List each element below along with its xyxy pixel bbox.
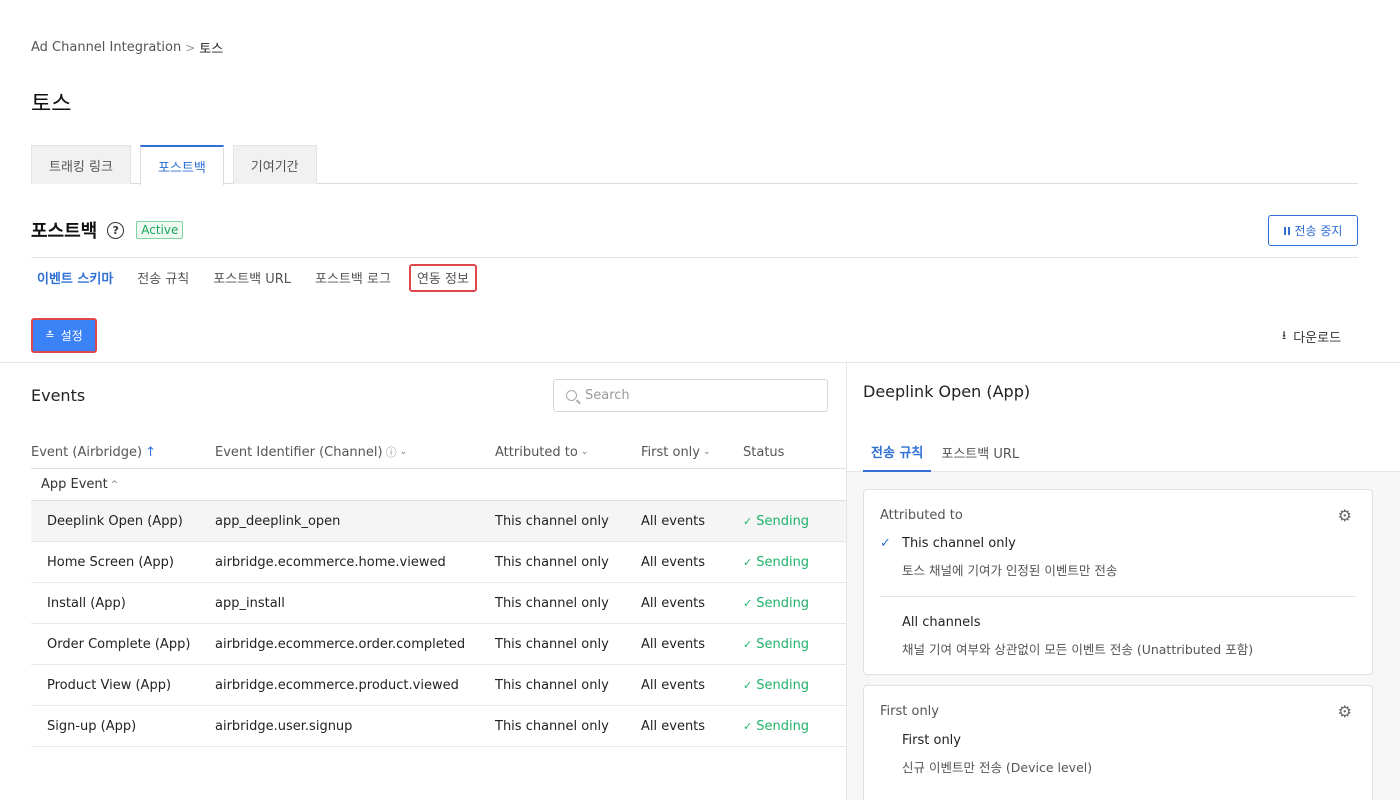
detail-title: Deeplink Open (App): [863, 382, 1031, 401]
status-sending: ✓ Sending: [743, 636, 810, 652]
stop-sending-label: 전송 중지: [1294, 224, 1343, 238]
download-label: 다운로드: [1293, 331, 1342, 346]
table-header: Event (Airbridge) ↑ Event Identifier (Ch…: [31, 436, 846, 469]
card-label: Attributed to: [880, 508, 963, 523]
subtab-integration-info[interactable]: 연동 정보: [408, 263, 477, 292]
first-only-card: First only ⚙ First only 신규 이벤트만 전송 (Devi…: [863, 685, 1373, 800]
status-sending: ✓ Sending: [743, 718, 810, 734]
option-first-only[interactable]: First only 신규 이벤트만 전송 (Device level): [880, 733, 1092, 776]
table-row[interactable]: Home Screen (App) airbridge.ecommerce.ho…: [31, 542, 846, 583]
download-icon: ⭳: [1282, 328, 1287, 342]
subtab-postback-url[interactable]: 포스트백 URL: [207, 264, 297, 292]
search-box[interactable]: [553, 379, 828, 412]
help-icon[interactable]: ?: [107, 221, 125, 239]
card-label: First only: [880, 704, 939, 719]
subtab-sending-rules[interactable]: 전송 규칙: [131, 264, 195, 292]
check-icon: ✓: [743, 637, 753, 651]
option-all-channels[interactable]: All channels 채널 기여 여부와 상관없이 모든 이벤트 전송 (U…: [880, 615, 1253, 658]
card-divider: [880, 596, 1356, 597]
group-row-app-event[interactable]: App Event ^: [31, 469, 846, 501]
detail-tab-sending-rules[interactable]: 전송 규칙: [863, 432, 932, 472]
status-sending: ✓ Sending: [743, 677, 810, 693]
sliders-icon: ≛: [45, 329, 55, 342]
stop-sending-button[interactable]: 전송 중지: [1268, 215, 1358, 246]
table-row[interactable]: Deeplink Open (App) app_deeplink_open Th…: [31, 501, 846, 542]
download-button[interactable]: ⭳ 다운로드: [1282, 326, 1341, 347]
option-this-channel-only[interactable]: ✓ This channel only 토스 채널에 기여가 인정된 이벤트만 전…: [880, 536, 1117, 579]
chevron-up-icon: ^: [110, 479, 119, 490]
chevron-down-icon: ⌄: [703, 447, 711, 457]
status-sending: ✓ Sending: [743, 554, 810, 570]
sub-tab-bar: 이벤트 스키마 전송 규칙 포스트백 URL 포스트백 로그 연동 정보: [31, 257, 1358, 297]
col-header-event[interactable]: Event (Airbridge) ↑: [31, 445, 215, 460]
table-row[interactable]: Product View (App) airbridge.ecommerce.p…: [31, 665, 846, 706]
col-header-attributed[interactable]: Attributed to ⌄: [495, 445, 641, 460]
subtab-event-schema[interactable]: 이벤트 스키마: [31, 264, 119, 292]
page-title: 토스: [31, 92, 72, 117]
chevron-down-icon: ⌄: [580, 447, 589, 457]
content-divider: [0, 362, 1400, 363]
check-icon: ✓: [880, 536, 891, 551]
status-badge: Active: [136, 221, 184, 239]
check-icon: ✓: [743, 555, 753, 569]
status-sending: ✓ Sending: [743, 513, 810, 529]
detail-tab-postback-url[interactable]: 포스트백 URL: [933, 432, 1027, 472]
gear-icon[interactable]: ⚙: [1338, 702, 1352, 721]
breadcrumb-separator: >: [185, 40, 196, 55]
pause-icon: [1283, 226, 1290, 235]
section-header: 포스트백 ? Active: [31, 217, 184, 243]
top-tab-bar: 트래킹 링크 포스트백 기여기간: [31, 145, 1358, 185]
check-icon: ✓: [743, 719, 753, 733]
events-table: Event (Airbridge) ↑ Event Identifier (Ch…: [31, 436, 846, 747]
table-row[interactable]: Install (App) app_install This channel o…: [31, 583, 846, 624]
attributed-to-card: Attributed to ⚙ ✓ This channel only 토스 채널…: [863, 489, 1373, 675]
events-title: Events: [31, 386, 86, 405]
breadcrumb-current: 토스: [199, 42, 224, 57]
table-row[interactable]: Sign-up (App) airbridge.user.signup This…: [31, 706, 846, 747]
search-input[interactable]: [585, 388, 815, 403]
subtab-postback-log[interactable]: 포스트백 로그: [309, 264, 397, 292]
breadcrumb: Ad Channel Integration > 토스: [31, 38, 223, 57]
check-icon: ✓: [743, 678, 753, 692]
info-icon: ⓘ: [385, 446, 397, 459]
col-header-identifier[interactable]: Event Identifier (Channel) ⓘ ⌄: [215, 444, 495, 460]
search-icon: [566, 390, 577, 401]
status-sending: ✓ Sending: [743, 595, 810, 611]
detail-tab-bar: 전송 규칙 포스트백 URL: [847, 432, 1400, 472]
breadcrumb-parent-link[interactable]: Ad Channel Integration: [31, 40, 181, 55]
table-row[interactable]: Order Complete (App) airbridge.ecommerce…: [31, 624, 846, 665]
section-title: 포스트백: [31, 221, 98, 242]
settings-label: 설정: [60, 329, 83, 343]
col-header-first-only[interactable]: First only ⌄: [641, 445, 743, 460]
col-header-status: Status: [743, 444, 785, 460]
check-icon: ✓: [743, 596, 753, 610]
sort-ascending-icon: ↑: [145, 444, 156, 460]
tab-postback[interactable]: 포스트백: [139, 145, 224, 185]
chevron-down-icon: ⌄: [399, 447, 408, 457]
tab-attribution-window[interactable]: 기여기간: [232, 145, 317, 184]
gear-icon[interactable]: ⚙: [1338, 506, 1352, 525]
settings-button[interactable]: ≛ 설정: [31, 318, 97, 353]
check-icon: ✓: [743, 514, 753, 528]
tab-tracking-link[interactable]: 트래킹 링크: [31, 145, 131, 184]
